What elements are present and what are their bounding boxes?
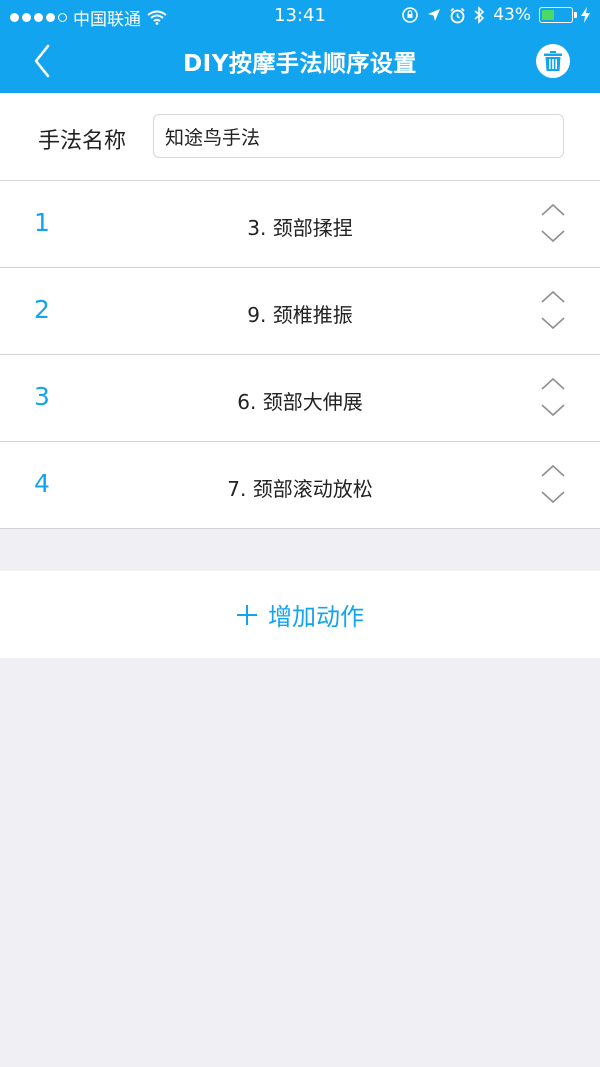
move-up-icon[interactable] bbox=[540, 377, 566, 391]
sequence-action-name: 9. 颈椎推振 bbox=[247, 303, 353, 327]
delete-button[interactable] bbox=[536, 44, 570, 78]
name-row: 手法名称 bbox=[0, 93, 600, 181]
move-down-icon[interactable] bbox=[540, 229, 566, 243]
sequence-list: 1 3. 颈部揉捏 2 9. 颈椎推振 3 6. 颈部大伸展 4 7. 颈部滚动放松 bbox=[0, 181, 600, 529]
page-title: DIY按摩手法顺序设置 bbox=[183, 51, 417, 77]
move-down-icon[interactable] bbox=[540, 316, 566, 330]
add-action-label: 增加动作 bbox=[268, 603, 364, 631]
add-action-button[interactable]: 增加动作 bbox=[0, 571, 600, 658]
move-up-icon[interactable] bbox=[540, 290, 566, 304]
top-bar: 中国联通 13:41 43% DIY按摩手法顺序设置 bbox=[0, 0, 600, 93]
battery-icon bbox=[539, 7, 577, 23]
move-up-icon[interactable] bbox=[540, 203, 566, 217]
charging-bolt-icon bbox=[581, 7, 590, 23]
sequence-row[interactable]: 1 3. 颈部揉捏 bbox=[0, 181, 600, 268]
sequence-action-name: 3. 颈部揉捏 bbox=[247, 216, 353, 240]
move-down-icon[interactable] bbox=[540, 490, 566, 504]
move-up-icon[interactable] bbox=[540, 464, 566, 478]
location-arrow-icon bbox=[428, 9, 441, 21]
bluetooth-icon bbox=[474, 6, 485, 24]
sequence-row[interactable]: 4 7. 颈部滚动放松 bbox=[0, 442, 600, 529]
sequence-row[interactable]: 2 9. 颈椎推振 bbox=[0, 268, 600, 355]
name-label: 手法名称 bbox=[38, 129, 127, 154]
trash-icon bbox=[544, 51, 562, 71]
sequence-row[interactable]: 3 6. 颈部大伸展 bbox=[0, 355, 600, 442]
status-bar: 中国联通 13:41 43% bbox=[0, 0, 600, 32]
move-down-icon[interactable] bbox=[540, 403, 566, 417]
orientation-lock-icon bbox=[402, 7, 419, 23]
status-right: 43% bbox=[401, 5, 590, 25]
battery-percent: 43% bbox=[493, 5, 531, 25]
sequence-action-name: 7. 颈部滚动放松 bbox=[227, 477, 373, 501]
sequence-action-name: 6. 颈部大伸展 bbox=[237, 390, 363, 414]
name-input[interactable] bbox=[153, 114, 564, 158]
alarm-icon bbox=[450, 7, 465, 23]
plus-icon bbox=[237, 604, 257, 625]
battery-level bbox=[542, 10, 554, 20]
